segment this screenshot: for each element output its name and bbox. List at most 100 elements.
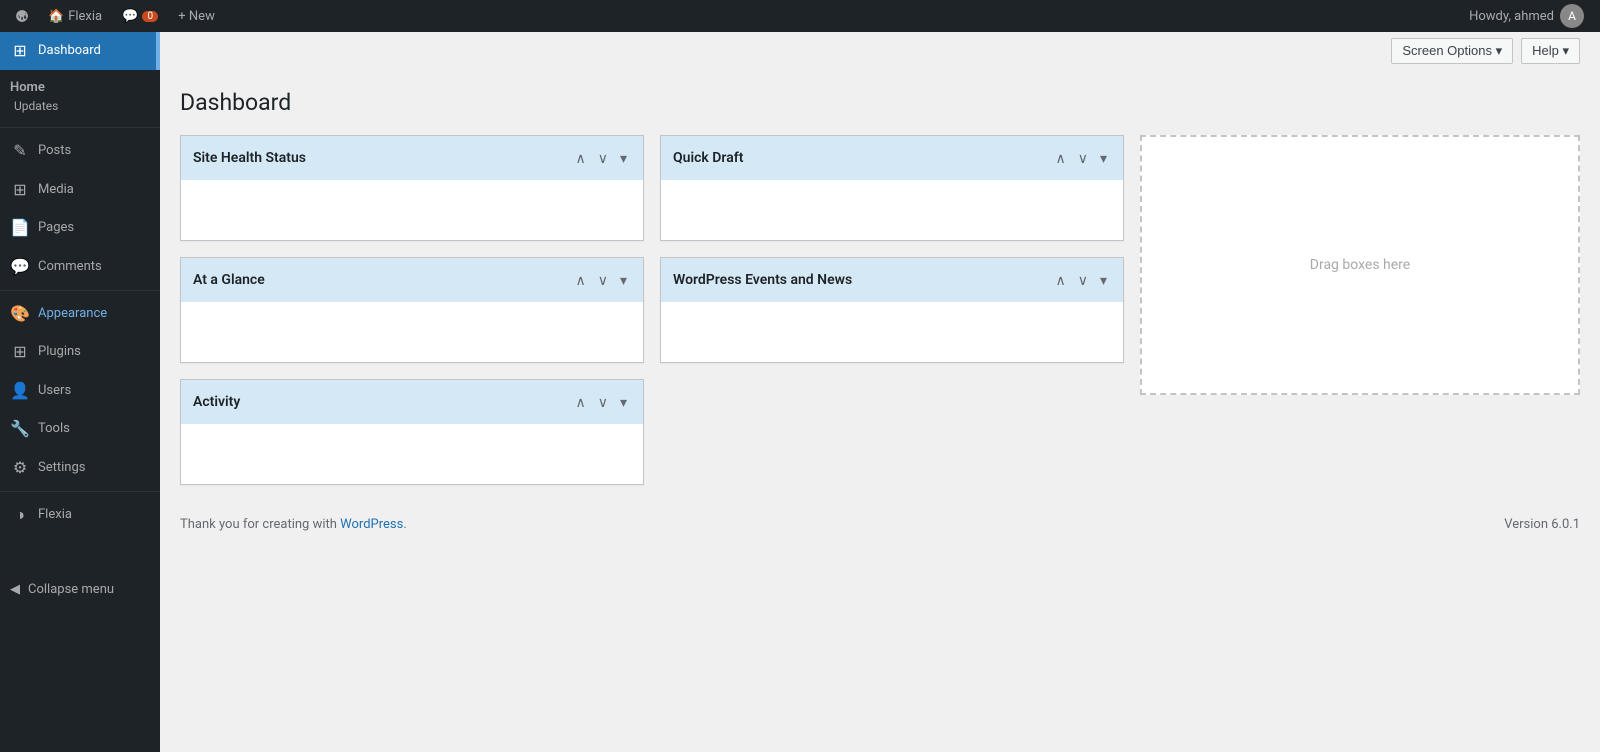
wp-events-up-btn[interactable]: ∧ (1051, 271, 1069, 289)
site-name-bar[interactable]: 🏠 Flexia (40, 0, 110, 32)
flexia-label: Flexia (38, 506, 72, 524)
top-options-bar: Screen Options ▾ Help ▾ (160, 32, 1600, 70)
plugins-label: Plugins (38, 343, 81, 361)
sidebar-item-posts[interactable]: ✎ Posts (0, 132, 160, 170)
appearance-label: Appearance (38, 305, 107, 323)
activity-widget: Activity ∧ ∨ ▾ (180, 379, 644, 485)
site-health-down-btn[interactable]: ∨ (594, 149, 612, 167)
drag-drop-zone[interactable]: Drag boxes here (1140, 135, 1580, 395)
sidebar-item-media[interactable]: ⊞ Media (0, 171, 160, 209)
quick-draft-widget: Quick Draft ∧ ∨ ▾ (660, 135, 1124, 241)
collapse-arrow-icon: ◀ (10, 582, 20, 597)
wp-events-down-btn[interactable]: ∨ (1074, 271, 1092, 289)
page-header: Dashboard (160, 70, 1600, 127)
posts-icon: ✎ (10, 140, 30, 162)
collapse-menu-button[interactable]: ◀ Collapse menu (0, 574, 160, 605)
plugins-icon: ⊞ (10, 341, 30, 363)
avatar: A (1560, 4, 1584, 28)
screen-options-label: Screen Options ▾ (1402, 43, 1502, 59)
dashboard-widgets: Site Health Status ∧ ∨ ▾ At a Glance (160, 127, 1600, 505)
screen-options-button[interactable]: Screen Options ▾ (1391, 38, 1513, 64)
tools-icon: 🔧 (10, 418, 30, 440)
at-a-glance-title: At a Glance (193, 272, 265, 288)
admin-bar: 🏠 Flexia 💬 0 + New Howdy, ahmed A (0, 0, 1600, 32)
sidebar-item-tools[interactable]: 🔧 Tools (0, 410, 160, 448)
site-home-icon: 🏠 (48, 9, 64, 24)
sidebar-item-dashboard[interactable]: ⊞ Dashboard (0, 32, 160, 70)
sidebar-item-comments[interactable]: 💬 Comments (0, 248, 160, 286)
comments-label: Comments (38, 258, 102, 276)
quick-draft-body (661, 180, 1123, 240)
at-a-glance-controls: ∧ ∨ ▾ (571, 271, 631, 289)
media-label: Media (38, 181, 74, 199)
comments-icon: 💬 (10, 256, 30, 278)
quick-draft-toggle-btn[interactable]: ▾ (1096, 149, 1111, 167)
menu-separator-3 (0, 491, 160, 492)
updates-label: Updates (14, 99, 58, 113)
page-footer: Thank you for creating with WordPress. V… (160, 505, 1600, 544)
wp-events-header: WordPress Events and News ∧ ∨ ▾ (661, 258, 1123, 302)
sidebar-item-settings[interactable]: ⚙ Settings (0, 449, 160, 487)
at-a-glance-toggle-btn[interactable]: ▾ (616, 271, 631, 289)
activity-title: Activity (193, 394, 240, 410)
wp-events-body (661, 302, 1123, 362)
new-content-bar[interactable]: + New (170, 0, 223, 32)
sidebar-item-home[interactable]: Home (0, 74, 160, 97)
avatar-initial: A (1568, 9, 1576, 23)
widgets-column-3: Drag boxes here (1140, 135, 1580, 485)
sidebar-item-flexia[interactable]: ◑ Flexia (0, 496, 160, 534)
help-button[interactable]: Help ▾ (1521, 38, 1580, 64)
flexia-icon: ◑ (10, 504, 30, 526)
comments-count-badge: 0 (142, 11, 158, 22)
quick-draft-header: Quick Draft ∧ ∨ ▾ (661, 136, 1123, 180)
wp-events-news-widget: WordPress Events and News ∧ ∨ ▾ (660, 257, 1124, 363)
settings-icon: ⚙ (10, 457, 30, 479)
at-a-glance-widget: At a Glance ∧ ∨ ▾ (180, 257, 644, 363)
sidebar-item-users[interactable]: 👤 Users (0, 372, 160, 410)
footer-version: Version 6.0.1 (1504, 517, 1580, 532)
wp-events-toggle-btn[interactable]: ▾ (1096, 271, 1111, 289)
quick-draft-title: Quick Draft (673, 150, 743, 166)
tools-label: Tools (38, 420, 70, 438)
menu-separator-2 (0, 290, 160, 291)
at-a-glance-body (181, 302, 643, 362)
sidebar-item-plugins[interactable]: ⊞ Plugins (0, 333, 160, 371)
site-health-header: Site Health Status ∧ ∨ ▾ (181, 136, 643, 180)
pages-icon: 📄 (10, 217, 30, 239)
user-profile-bar[interactable]: Howdy, ahmed A (1461, 0, 1592, 32)
activity-controls: ∧ ∨ ▾ (571, 393, 631, 411)
wp-events-title: WordPress Events and News (673, 272, 852, 288)
users-label: Users (38, 382, 71, 400)
wordpress-link[interactable]: WordPress (340, 517, 403, 532)
sidebar-item-pages[interactable]: 📄 Pages (0, 209, 160, 247)
sidebar-item-appearance[interactable]: 🎨 Appearance (0, 295, 160, 333)
at-a-glance-header: At a Glance ∧ ∨ ▾ (181, 258, 643, 302)
activity-up-btn[interactable]: ∧ (571, 393, 589, 411)
wp-logo[interactable] (8, 0, 36, 32)
activity-toggle-btn[interactable]: ▾ (616, 393, 631, 411)
drag-boxes-text: Drag boxes here (1310, 257, 1410, 273)
help-label: Help ▾ (1532, 43, 1569, 59)
menu-separator-1 (0, 127, 160, 128)
page-title: Dashboard (180, 79, 291, 127)
widgets-column-1: Site Health Status ∧ ∨ ▾ At a Glance (180, 135, 644, 485)
sidebar-item-updates[interactable]: Updates (0, 97, 160, 119)
activity-down-btn[interactable]: ∨ (594, 393, 612, 411)
posts-label: Posts (38, 142, 71, 160)
quick-draft-controls: ∧ ∨ ▾ (1051, 149, 1111, 167)
main-content: Screen Options ▾ Help ▾ Dashboard Site H… (160, 32, 1600, 752)
collapse-menu-label: Collapse menu (28, 582, 114, 597)
comments-bar-item[interactable]: 💬 0 (114, 0, 166, 32)
wp-events-controls: ∧ ∨ ▾ (1051, 271, 1111, 289)
at-a-glance-up-btn[interactable]: ∧ (571, 271, 589, 289)
at-a-glance-down-btn[interactable]: ∨ (594, 271, 612, 289)
site-health-up-btn[interactable]: ∧ (571, 149, 589, 167)
new-content-label: + New (178, 9, 215, 24)
activity-header: Activity ∧ ∨ ▾ (181, 380, 643, 424)
site-health-toggle-btn[interactable]: ▾ (616, 149, 631, 167)
quick-draft-down-btn[interactable]: ∨ (1074, 149, 1092, 167)
home-section: Home Updates (0, 70, 160, 123)
comment-bubble-icon: 💬 (122, 9, 138, 24)
quick-draft-up-btn[interactable]: ∧ (1051, 149, 1069, 167)
settings-label: Settings (38, 459, 85, 477)
